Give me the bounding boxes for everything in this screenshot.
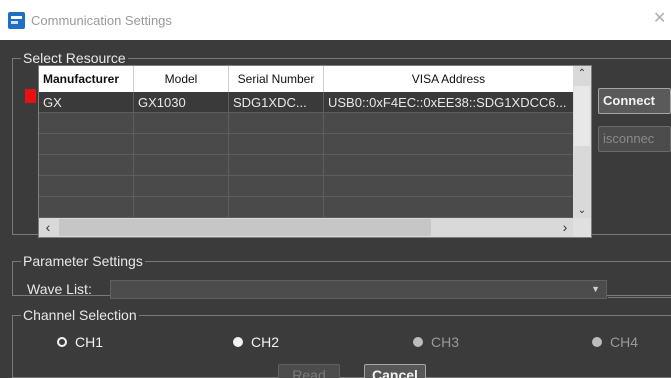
scroll-left-icon[interactable]: ‹ xyxy=(39,218,57,237)
scrollbar-corner xyxy=(573,218,591,237)
radio-selected-icon xyxy=(57,337,67,347)
close-icon[interactable]: ✕ xyxy=(653,10,669,28)
channel-label: CH2 xyxy=(251,334,280,350)
scroll-right-icon[interactable]: › xyxy=(556,218,574,237)
app-icon xyxy=(8,12,25,29)
empty-table-row xyxy=(39,155,574,176)
cell-serial-number: SDG1XDC... xyxy=(229,92,324,113)
title-bar: Communication Settings ✕ xyxy=(0,0,671,40)
column-header-serial-number[interactable]: Serial Number xyxy=(229,66,324,92)
empty-table-row xyxy=(39,113,574,134)
channel-selection-legend: Channel Selection xyxy=(23,307,137,323)
empty-table-row xyxy=(39,197,574,218)
channel-label: CH1 xyxy=(75,334,104,350)
chevron-down-icon[interactable]: ▼ xyxy=(591,284,600,294)
channel-label: CH3 xyxy=(431,334,460,350)
cell-visa-address: USB0::0xF4EC::0xEE38::SDG1XDCC6... xyxy=(324,92,574,113)
horizontal-scrollbar[interactable]: ‹ › xyxy=(39,218,574,237)
radio-icon xyxy=(413,337,423,347)
window-title: Communication Settings xyxy=(31,13,172,28)
cancel-button[interactable]: Cancel xyxy=(364,364,426,378)
disconnect-button[interactable]: isconnec xyxy=(598,126,671,152)
connection-status-indicator xyxy=(25,89,36,103)
radio-icon xyxy=(233,337,243,347)
channel-radio-ch3[interactable]: CH3 xyxy=(413,333,459,351)
divider xyxy=(608,297,671,298)
column-header-manufacturer[interactable]: Manufacturer xyxy=(39,66,134,92)
select-resource-legend: Select Resource xyxy=(23,50,126,66)
wave-list-label: Wave List: xyxy=(27,281,92,297)
cell-manufacturer: GX xyxy=(39,92,134,113)
column-header-model[interactable]: Model xyxy=(134,66,229,92)
read-button[interactable]: Read xyxy=(278,364,340,378)
vertical-scroll-thumb[interactable] xyxy=(574,86,590,146)
horizontal-scroll-thumb[interactable] xyxy=(59,219,431,236)
table-header: Manufacturer Model Serial Number VISA Ad… xyxy=(39,66,574,92)
channel-selection-group: Channel Selection xyxy=(12,308,671,378)
wave-list-dropdown[interactable]: ▼ xyxy=(110,280,607,299)
empty-table-row xyxy=(39,134,574,155)
table-row[interactable]: GX GX1030 SDG1XDC... USB0::0xF4EC::0xEE3… xyxy=(39,92,574,113)
resource-table[interactable]: Manufacturer Model Serial Number VISA Ad… xyxy=(38,65,592,238)
vertical-scrollbar[interactable]: ⌃ ⌄ xyxy=(573,66,591,219)
scroll-up-icon[interactable]: ⌃ xyxy=(573,66,591,82)
channel-radio-ch2[interactable]: CH2 xyxy=(233,333,279,351)
channel-label: CH4 xyxy=(610,334,639,350)
parameter-settings-legend: Parameter Settings xyxy=(23,253,143,269)
empty-table-row xyxy=(39,176,574,197)
column-header-visa-address[interactable]: VISA Address xyxy=(324,66,574,92)
scroll-down-icon[interactable]: ⌄ xyxy=(573,203,591,219)
channel-radio-ch4[interactable]: CH4 xyxy=(592,333,638,351)
radio-icon xyxy=(592,337,602,347)
cell-model: GX1030 xyxy=(134,92,229,113)
connect-button[interactable]: Connect xyxy=(598,88,671,114)
channel-radio-ch1[interactable]: CH1 xyxy=(57,333,103,351)
